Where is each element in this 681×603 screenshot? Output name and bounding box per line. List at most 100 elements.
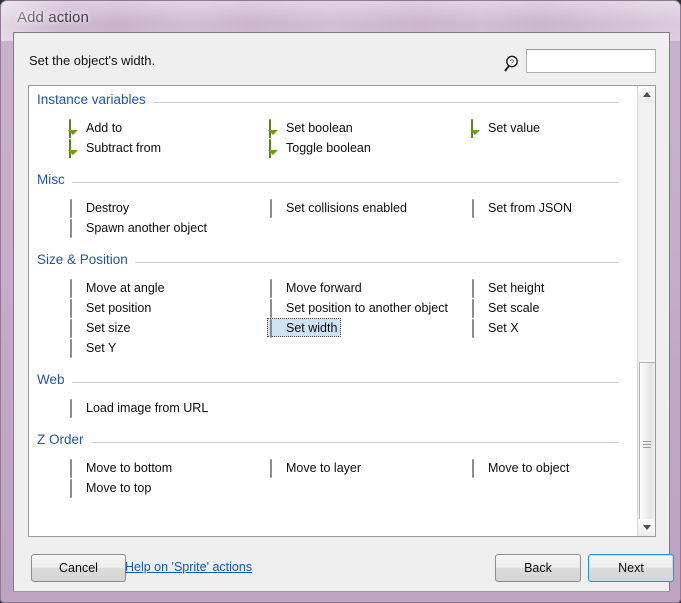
action-icon <box>269 280 280 295</box>
action-item-label: Set width <box>286 321 337 335</box>
action-item-label: Set X <box>488 321 519 335</box>
action-item[interactable]: Move at angle <box>67 278 169 297</box>
action-item[interactable]: Set height <box>469 278 548 297</box>
action-item[interactable]: Move to top <box>67 478 155 497</box>
instance-variable-icon <box>269 140 280 155</box>
back-button[interactable]: Back <box>495 554 581 582</box>
section-header: Z Order <box>29 432 629 452</box>
svg-text:?: ? <box>510 57 514 66</box>
action-item[interactable]: Set Y <box>67 338 120 357</box>
action-item[interactable]: Set value <box>469 118 544 137</box>
action-item-label: Move forward <box>286 281 362 295</box>
section-header: Misc <box>29 172 629 192</box>
action-item[interactable]: Move to object <box>469 458 573 477</box>
action-icon <box>269 460 280 475</box>
action-item[interactable]: Move forward <box>267 278 366 297</box>
section-divider <box>37 382 619 383</box>
dialog-description: Set the object's width. <box>29 53 155 68</box>
instance-variable-icon <box>69 120 80 135</box>
action-item-label: Set collisions enabled <box>286 201 407 215</box>
search-area: ? <box>501 45 656 79</box>
section-divider <box>37 182 619 183</box>
action-item-label: Set size <box>86 321 130 335</box>
scroll-up-icon[interactable] <box>638 86 655 103</box>
action-item-label: Add to <box>86 121 122 135</box>
action-icon <box>471 200 482 215</box>
action-item[interactable]: Set width <box>267 318 341 337</box>
action-item[interactable]: Set scale <box>469 298 543 317</box>
action-item-label: Move to layer <box>286 461 361 475</box>
action-item[interactable]: Set X <box>469 318 523 337</box>
section-title: Instance variables <box>37 92 153 107</box>
window-title: Add action <box>17 9 89 26</box>
instance-variable-icon <box>69 140 80 155</box>
action-item[interactable]: Destroy <box>67 198 133 217</box>
action-icon <box>69 480 80 495</box>
action-icon <box>269 320 280 335</box>
search-input[interactable] <box>526 49 656 73</box>
section-header: Web <box>29 372 629 392</box>
action-item-label: Set value <box>488 121 540 135</box>
action-item-label: Move to bottom <box>86 461 172 475</box>
action-item-label: Set position to another object <box>286 301 448 315</box>
actions-list-panel: Instance variables Add to Subtract from Set… <box>28 85 656 537</box>
action-item[interactable]: Set boolean <box>267 118 357 137</box>
action-item-label: Set scale <box>488 301 539 315</box>
action-icon <box>69 320 80 335</box>
instance-variable-icon <box>269 120 280 135</box>
action-item-label: Set from JSON <box>488 201 572 215</box>
action-item-label: Spawn another object <box>86 221 207 235</box>
action-item-label: Destroy <box>86 201 129 215</box>
action-item-label: Set position <box>86 301 151 315</box>
section-divider <box>37 442 619 443</box>
action-item[interactable]: Load image from URL <box>67 398 212 417</box>
scrollbar-grip-icon <box>643 441 651 449</box>
scrollbar-thumb[interactable] <box>639 362 656 527</box>
action-item[interactable]: Move to layer <box>267 458 365 477</box>
action-item-label: Load image from URL <box>86 401 208 415</box>
section-web: WebLoad image from URL <box>29 372 629 392</box>
action-item[interactable]: Spawn another object <box>67 218 211 237</box>
action-icon <box>69 300 80 315</box>
action-icon <box>69 200 80 215</box>
action-icon <box>69 340 80 355</box>
action-item[interactable]: Set size <box>67 318 134 337</box>
section-header: Size & Position <box>29 252 629 272</box>
action-icon <box>471 300 482 315</box>
section-instance-variables: Instance variablesAdd toSubtract fromSet… <box>29 92 629 112</box>
action-item-label: Set height <box>488 281 544 295</box>
vertical-scrollbar[interactable] <box>637 86 655 536</box>
action-item-label: Move to top <box>86 481 151 495</box>
section-z-order: Z OrderMove to bottomMove to topMove to … <box>29 432 629 452</box>
section-header: Instance variables <box>29 92 629 112</box>
scroll-down-icon[interactable] <box>638 519 655 536</box>
dialog-client-area: Set the object's width. ? Instance varia… <box>13 32 670 592</box>
action-icon <box>69 280 80 295</box>
action-icon <box>471 320 482 335</box>
action-icon <box>269 300 280 315</box>
cancel-button[interactable]: Cancel <box>31 554 126 582</box>
action-item[interactable]: Add to <box>67 118 126 137</box>
action-item-label: Move to object <box>488 461 569 475</box>
action-item[interactable]: Subtract from <box>67 138 165 157</box>
action-item-label: Toggle boolean <box>286 141 371 155</box>
action-item[interactable]: Set collisions enabled <box>267 198 411 217</box>
action-item[interactable]: Toggle boolean <box>267 138 375 157</box>
action-icon <box>69 220 80 235</box>
action-icon <box>269 200 280 215</box>
action-icon <box>471 280 482 295</box>
action-item-label: Set Y <box>86 341 116 355</box>
actions-list-inner: Instance variables Add to Subtract from Set… <box>29 86 639 537</box>
help-link[interactable]: Help on 'Sprite' actions <box>125 560 252 574</box>
action-item[interactable]: Move to bottom <box>67 458 176 477</box>
section-title: Z Order <box>37 432 91 447</box>
next-button[interactable]: Next <box>588 554 674 582</box>
add-action-dialog-window: Add action Set the object's width. ? Ins… <box>0 0 681 603</box>
action-item[interactable]: Set position to another object <box>267 298 452 317</box>
action-item[interactable]: Set from JSON <box>469 198 576 217</box>
action-item[interactable]: Set position <box>67 298 155 317</box>
section-title: Size & Position <box>37 252 135 267</box>
section-title: Misc <box>37 172 72 187</box>
action-item-label: Subtract from <box>86 141 161 155</box>
action-icon <box>69 400 80 415</box>
